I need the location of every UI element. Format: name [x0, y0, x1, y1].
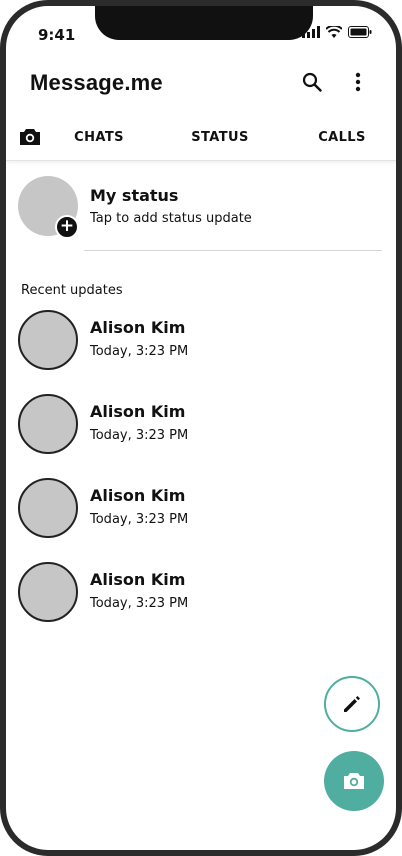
status-time: Today, 3:23 PM: [90, 596, 189, 611]
avatar: [18, 478, 78, 538]
status-icons: [302, 26, 372, 38]
tab-chats[interactable]: CHATS: [58, 114, 140, 160]
avatar: [18, 394, 78, 454]
recent-updates-heading: Recent updates: [21, 283, 123, 298]
search-icon: [302, 72, 322, 92]
my-status-subtitle: Tap to add status update: [90, 211, 252, 226]
status-time: 9:41: [38, 26, 76, 44]
list-item[interactable]: Alison Kim Today, 3:23 PM: [6, 478, 396, 548]
contact-name: Alison Kim: [90, 318, 186, 337]
signal-icon: [302, 26, 320, 38]
tab-status[interactable]: STATUS: [178, 114, 262, 160]
status-time: Today, 3:23 PM: [90, 512, 189, 527]
list-item[interactable]: Alison Kim Today, 3:23 PM: [6, 394, 396, 464]
tab-calls[interactable]: CALLS: [306, 114, 378, 160]
edit-status-button[interactable]: [324, 676, 380, 732]
camera-icon: [344, 773, 364, 789]
divider: [84, 250, 382, 251]
add-status-badge: +: [55, 215, 79, 239]
list-item[interactable]: Alison Kim Today, 3:23 PM: [6, 562, 396, 632]
avatar: [18, 310, 78, 370]
pencil-icon: [344, 696, 360, 712]
phone-frame: 9:41 Message.me CHATS STATUS CALLS + My …: [0, 0, 402, 856]
wifi-icon: [326, 26, 342, 38]
notch: [95, 6, 313, 40]
camera-icon: [20, 129, 40, 145]
camera-status-button[interactable]: [324, 751, 384, 811]
status-time: Today, 3:23 PM: [90, 428, 189, 443]
battery-icon: [348, 26, 372, 38]
contact-name: Alison Kim: [90, 402, 186, 421]
contact-name: Alison Kim: [90, 570, 186, 589]
tab-camera[interactable]: [16, 123, 44, 151]
avatar: [18, 562, 78, 622]
status-time: Today, 3:23 PM: [90, 344, 189, 359]
more-vert-icon: [355, 72, 361, 92]
app-title: Message.me: [30, 70, 163, 95]
tab-bar: CHATS STATUS CALLS: [6, 114, 396, 161]
search-button[interactable]: [298, 68, 326, 96]
list-item[interactable]: Alison Kim Today, 3:23 PM: [6, 310, 396, 380]
contact-name: Alison Kim: [90, 486, 186, 505]
my-status-title: My status: [90, 186, 179, 205]
overflow-menu-button[interactable]: [346, 68, 370, 96]
